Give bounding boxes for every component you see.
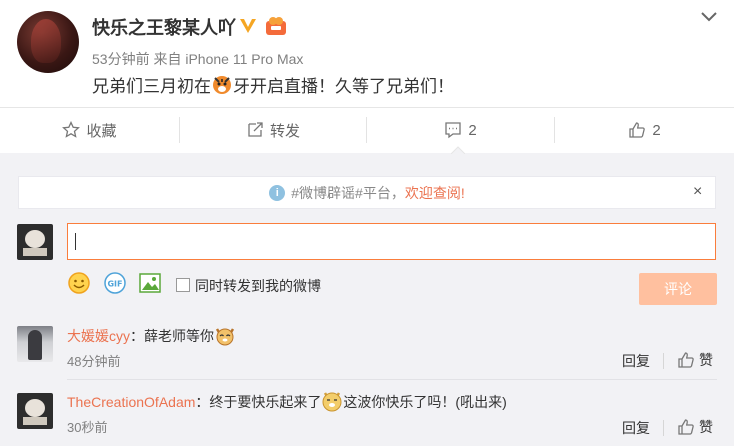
divider [663, 353, 664, 369]
notice-link[interactable]: 欢迎查阅! [405, 183, 465, 203]
action-bar: 收藏 转发 2 2 [0, 108, 734, 152]
like-label: 赞 [699, 419, 713, 435]
comment-text: 这波你快乐了吗！(吼出来) [343, 394, 507, 410]
forward-checkbox-label[interactable]: 同时转发到我的微博 [195, 276, 321, 296]
cat-emoji-icon [215, 328, 235, 346]
info-icon: i [269, 184, 286, 201]
comment-avatar[interactable] [17, 326, 53, 362]
star-icon [62, 121, 81, 138]
huya-tiger-emoji-icon [213, 76, 231, 94]
comment-text: ：薛老师等你 [130, 328, 214, 344]
thumbs-up-icon [678, 419, 694, 435]
like-label: 赞 [699, 352, 713, 368]
collect-button[interactable]: 收藏 [0, 108, 179, 152]
post-meta: 53分钟前 来自 iPhone 11 Pro Max [92, 49, 303, 69]
comment-body: 大媛媛cyy：薛老师等你 [67, 324, 236, 346]
notice-text[interactable]: #微博辟谣#平台， [291, 183, 405, 203]
gif-icon[interactable]: GIF [104, 272, 126, 294]
like-button[interactable]: 2 [555, 108, 734, 152]
comment-body: TheCreationOfAdam：终于要快乐起来了 这波你快乐了吗！(吼出来) [67, 390, 507, 412]
comment-time: 48分钟前 [67, 354, 121, 369]
post-time[interactable]: 53分钟前 [92, 51, 150, 67]
post-text: 兄弟们三月初在 牙开启直播！久等了兄弟们！ [92, 76, 454, 96]
fan-badge-icon[interactable] [264, 15, 288, 37]
chevron-down-icon[interactable] [700, 10, 718, 24]
close-icon[interactable]: × [693, 183, 702, 201]
comment-count: 2 [468, 121, 477, 139]
comment-icon [445, 122, 461, 139]
forward-icon [248, 122, 263, 137]
comment-input[interactable] [67, 223, 716, 260]
image-icon[interactable] [139, 273, 161, 293]
reply-button[interactable]: 回复 [622, 418, 650, 438]
my-avatar[interactable] [17, 224, 53, 260]
divider [663, 420, 664, 436]
doge-emoji-icon [322, 392, 342, 412]
panel-caret [451, 146, 465, 154]
comment-author[interactable]: 大媛媛cyy [67, 328, 130, 344]
reply-button[interactable]: 回复 [622, 351, 650, 371]
text-cursor [75, 233, 76, 250]
comment-time: 30秒前 [67, 420, 108, 435]
forward-label: 转发 [269, 122, 300, 140]
forward-button[interactable]: 转发 [180, 108, 366, 152]
comment-like-button[interactable]: 赞 [677, 350, 713, 370]
comment-text: ：终于要快乐起来了 [195, 394, 322, 410]
like-count: 2 [652, 121, 661, 139]
rumor-notice: i #微博辟谣#平台， 欢迎查阅! [18, 176, 716, 209]
post-source[interactable]: iPhone 11 Pro Max [185, 51, 303, 67]
verified-v-icon [240, 19, 256, 33]
svg-text:GIF: GIF [107, 280, 122, 289]
forward-checkbox[interactable] [176, 278, 190, 292]
author-name[interactable]: 快乐之王黎某人吖 [92, 14, 236, 40]
comment-avatar[interactable] [17, 393, 53, 429]
comment-divider [67, 379, 717, 380]
author-avatar[interactable] [17, 11, 79, 73]
emoji-icon[interactable] [68, 272, 90, 294]
thumbs-up-icon [678, 352, 694, 368]
source-prefix: 来自 [153, 51, 182, 67]
comment-like-button[interactable]: 赞 [677, 417, 713, 437]
comment-author[interactable]: TheCreationOfAdam [67, 394, 195, 410]
collect-label: 收藏 [86, 122, 117, 140]
submit-comment-button[interactable]: 评论 [639, 273, 717, 305]
thumbs-up-icon [629, 122, 646, 138]
